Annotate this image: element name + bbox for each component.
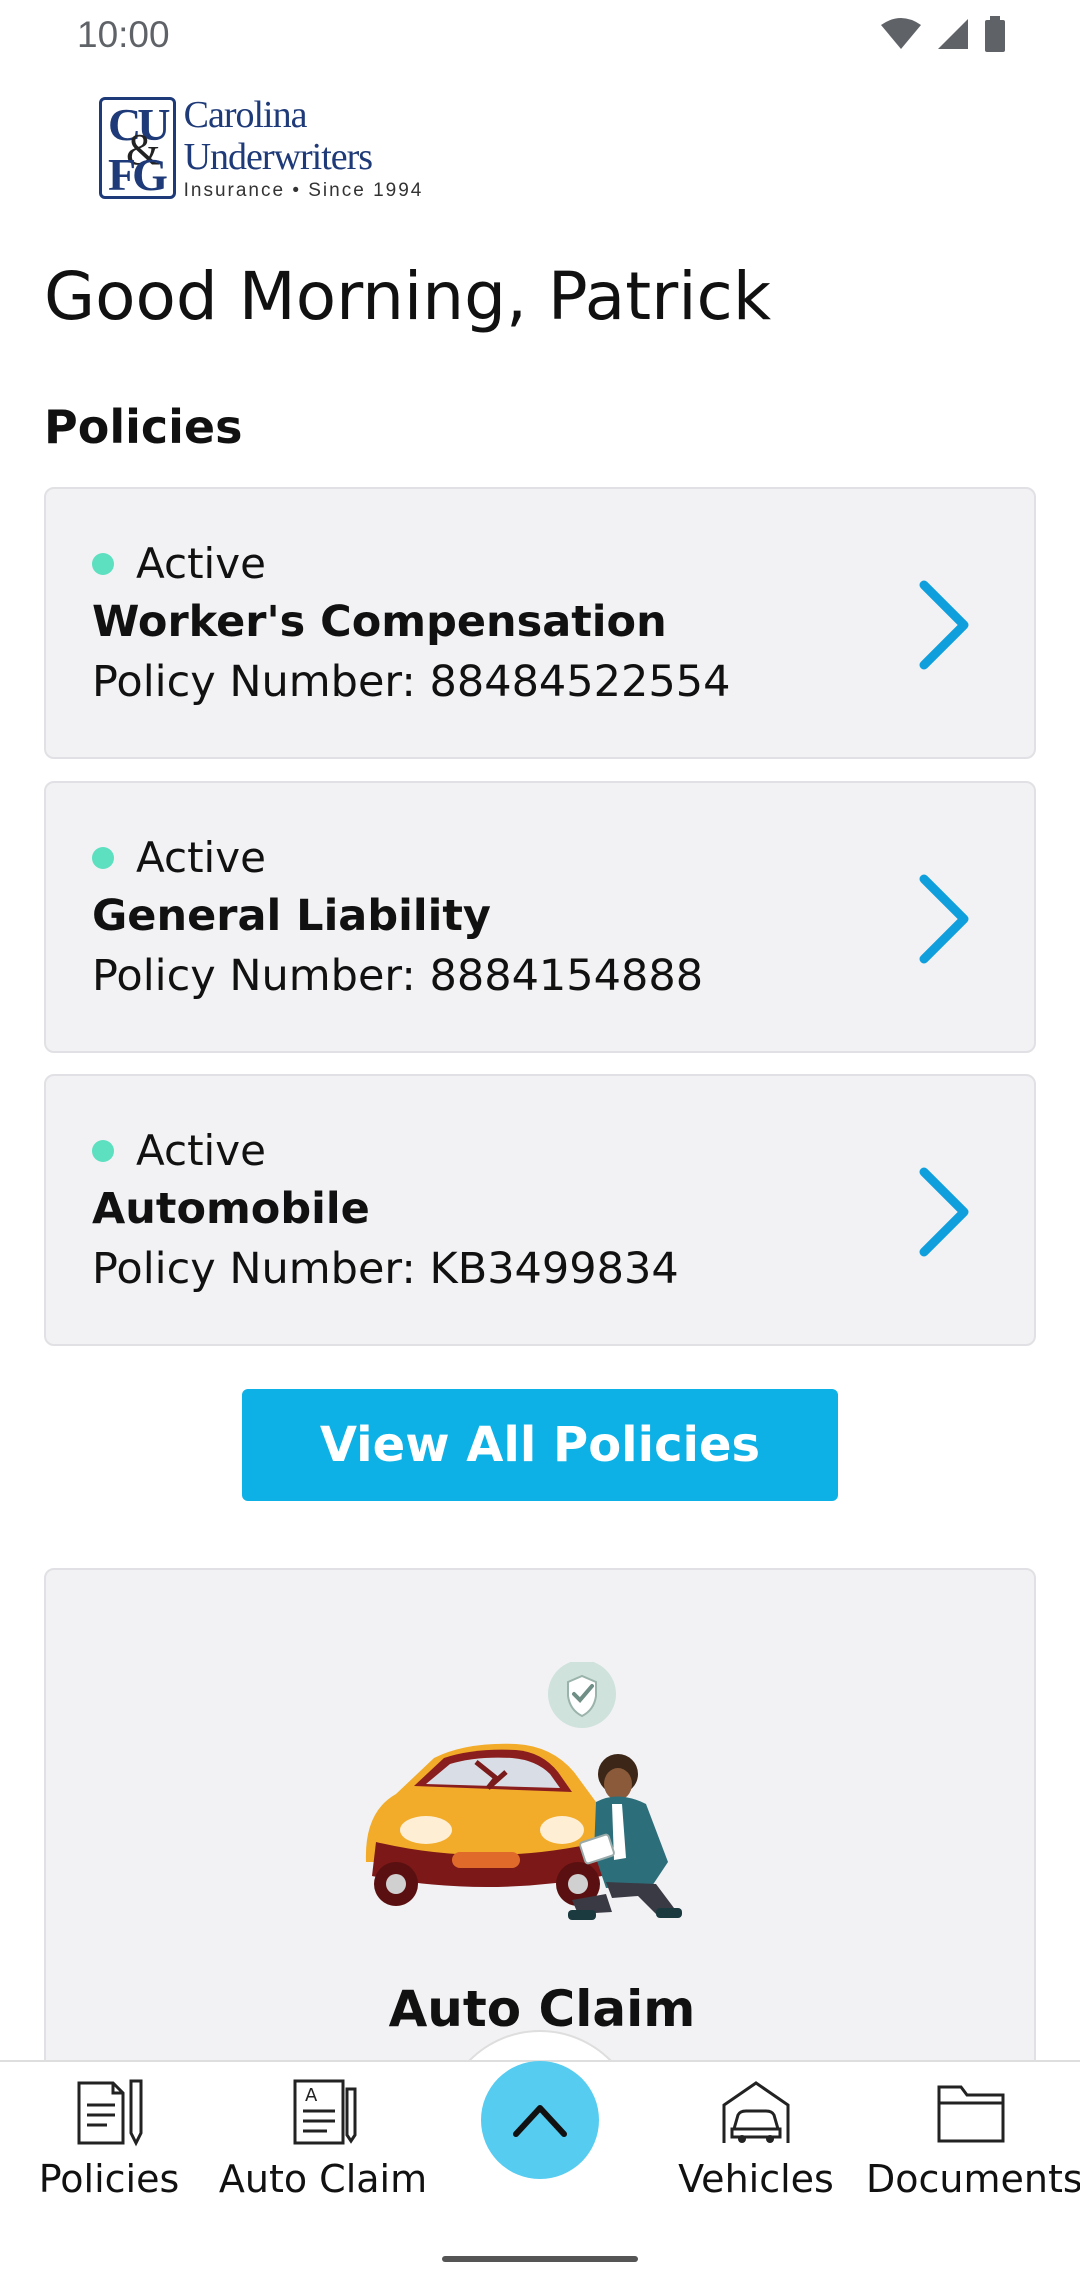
policy-number: Policy Number: 88484522554 <box>92 657 730 707</box>
home-screen: 10:00 CU & FG Carolina Underwriters Insu… <box>0 0 1080 2280</box>
folder-icon <box>937 2085 1005 2143</box>
logo-mark: CU & FG <box>99 97 176 200</box>
nav-label: Vehicles <box>678 2157 834 2201</box>
chevron-right-icon[interactable] <box>914 873 974 965</box>
chevron-right-icon[interactable] <box>914 1166 974 1258</box>
logo-text: Carolina Underwriters Insurance • Since … <box>184 94 459 202</box>
policy-number-prefix: Policy Number: <box>92 1244 430 1294</box>
nav-label: Policies <box>38 2157 180 2201</box>
chevron-up-icon <box>513 2105 567 2137</box>
wifi-icon <box>881 18 921 49</box>
status-label: Active <box>136 833 266 882</box>
status-bar: 10:00 <box>0 0 1080 72</box>
brand-logo: CU & FG Carolina Underwriters Insurance … <box>99 94 459 202</box>
status-dot-active <box>92 846 114 869</box>
expand-menu-button[interactable] <box>481 2061 599 2179</box>
battery-icon <box>985 16 1005 52</box>
nav-label: Documents <box>866 2157 1080 2201</box>
policy-status: Active <box>92 1126 266 1175</box>
nav-item-documents[interactable]: Documents <box>866 2075 1080 2215</box>
home-indicator[interactable] <box>442 2256 638 2262</box>
status-dot-active <box>92 1139 114 1162</box>
nav-label: Auto Claim <box>218 2157 428 2201</box>
policies-section-title: Policies <box>44 400 243 454</box>
policy-card-automobile[interactable]: Active Automobile Policy Number: KB34998… <box>44 1074 1036 1346</box>
brand-tagline: Insurance • Since 1994 <box>183 180 424 201</box>
policy-name: Automobile <box>92 1184 370 1234</box>
nav-item-vehicles[interactable]: Vehicles <box>651 2075 861 2215</box>
policy-number: Policy Number: 8884154888 <box>92 951 703 1001</box>
policy-card-general-liability[interactable]: Active General Liability Policy Number: … <box>44 781 1036 1053</box>
policy-number-prefix: Policy Number: <box>92 951 430 1001</box>
garage-car-icon <box>722 2081 790 2143</box>
logo-letters-bottom: FG <box>108 149 168 200</box>
nav-item-auto-claim[interactable]: A Auto Claim <box>218 2075 428 2215</box>
policy-name: Worker's Compensation <box>92 597 667 647</box>
policy-name: General Liability <box>92 891 491 941</box>
damaged-car-illustration <box>365 1662 682 1920</box>
cell-signal-icon <box>938 19 968 49</box>
policy-status: Active <box>92 833 266 882</box>
status-time: 10:00 <box>77 14 170 55</box>
status-dot-active <box>92 552 114 575</box>
brand-name: Carolina Underwriters <box>183 94 373 178</box>
policy-number-value: 8884154888 <box>429 951 704 1001</box>
claim-form-icon: A <box>293 2079 357 2145</box>
policy-number-value: KB3499834 <box>429 1244 679 1294</box>
policy-document-icon <box>77 2079 143 2147</box>
policy-card-workers-comp[interactable]: Active Worker's Compensation Policy Numb… <box>44 487 1036 759</box>
status-label: Active <box>136 1126 266 1175</box>
chevron-right-icon[interactable] <box>914 579 974 671</box>
greeting-title: Good Morning, Patrick <box>44 258 772 335</box>
status-label: Active <box>136 539 266 588</box>
status-icons <box>880 16 1006 52</box>
policy-number-value: 88484522554 <box>429 657 731 707</box>
policy-number-prefix: Policy Number: <box>92 657 430 707</box>
view-all-policies-button[interactable]: View All Policies <box>242 1389 838 1501</box>
nav-item-policies[interactable]: Policies <box>4 2075 214 2215</box>
svg-text:A: A <box>305 2085 318 2106</box>
policy-number: Policy Number: KB3499834 <box>92 1244 679 1294</box>
policy-status: Active <box>92 539 266 588</box>
